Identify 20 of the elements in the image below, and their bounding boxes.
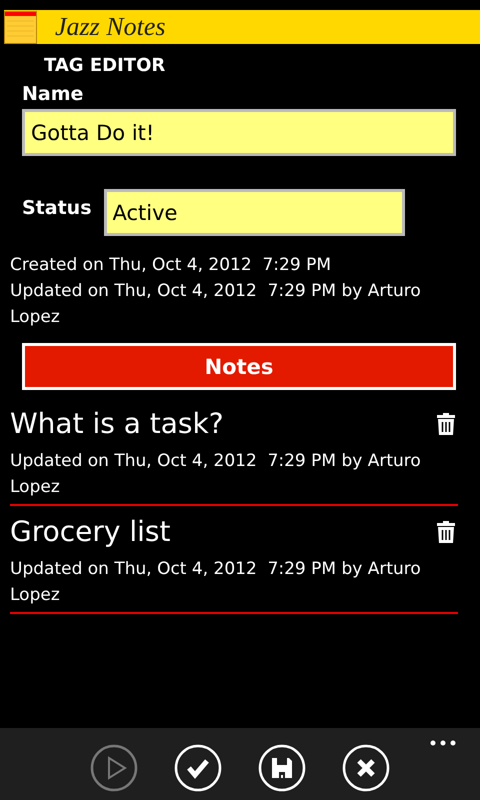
name-field[interactable]: Gotta Do it! [22, 109, 456, 156]
trash-icon[interactable] [436, 521, 456, 543]
note-title[interactable]: What is a task? [10, 404, 224, 444]
more-icon[interactable] [430, 740, 456, 746]
page-title: TAG EDITOR [44, 55, 166, 76]
close-button[interactable] [342, 744, 390, 792]
notes-button[interactable]: Notes [22, 343, 456, 390]
status-field[interactable]: Active [104, 189, 405, 236]
note-updated-text: Updated on Thu, Oct 4, 2012 7:29 PM by Arturo Lopez [10, 558, 422, 607]
updated-text: Updated on Thu, Oct 4, 2012 7:29 PM by Arturo Lopez [9, 280, 422, 329]
check-button[interactable] [174, 744, 222, 792]
created-text: Created on Thu, Oct 4, 2012 7:29 PM [9, 254, 332, 277]
field-label: Status [22, 197, 92, 219]
note-title[interactable]: Grocery list [10, 512, 170, 552]
note-updated-text: Updated on Thu, Oct 4, 2012 7:29 PM by Arturo Lopez [10, 450, 422, 499]
trash-icon[interactable] [436, 413, 456, 435]
app-title: Jazz Notes [55, 12, 166, 42]
notepad-icon [4, 10, 37, 44]
field-label: Name [22, 83, 84, 105]
save-button[interactable] [258, 744, 306, 792]
